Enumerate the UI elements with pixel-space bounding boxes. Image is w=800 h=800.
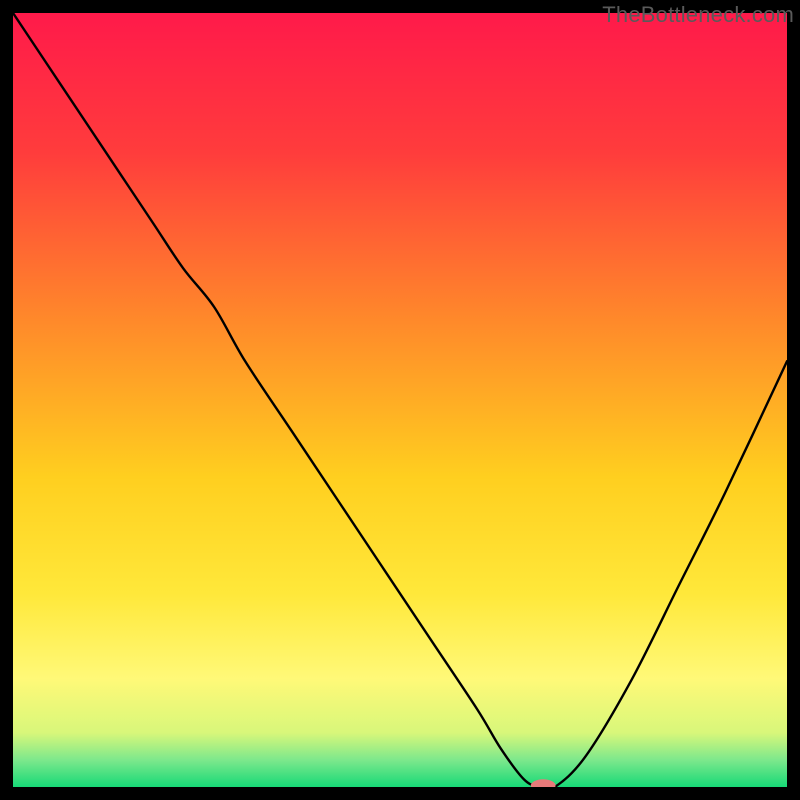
chart-container: TheBottleneck.com [0, 0, 800, 800]
bottleneck-chart [13, 13, 787, 787]
gradient-background [13, 13, 787, 787]
plot-area [13, 13, 787, 787]
watermark-text: TheBottleneck.com [602, 2, 794, 28]
